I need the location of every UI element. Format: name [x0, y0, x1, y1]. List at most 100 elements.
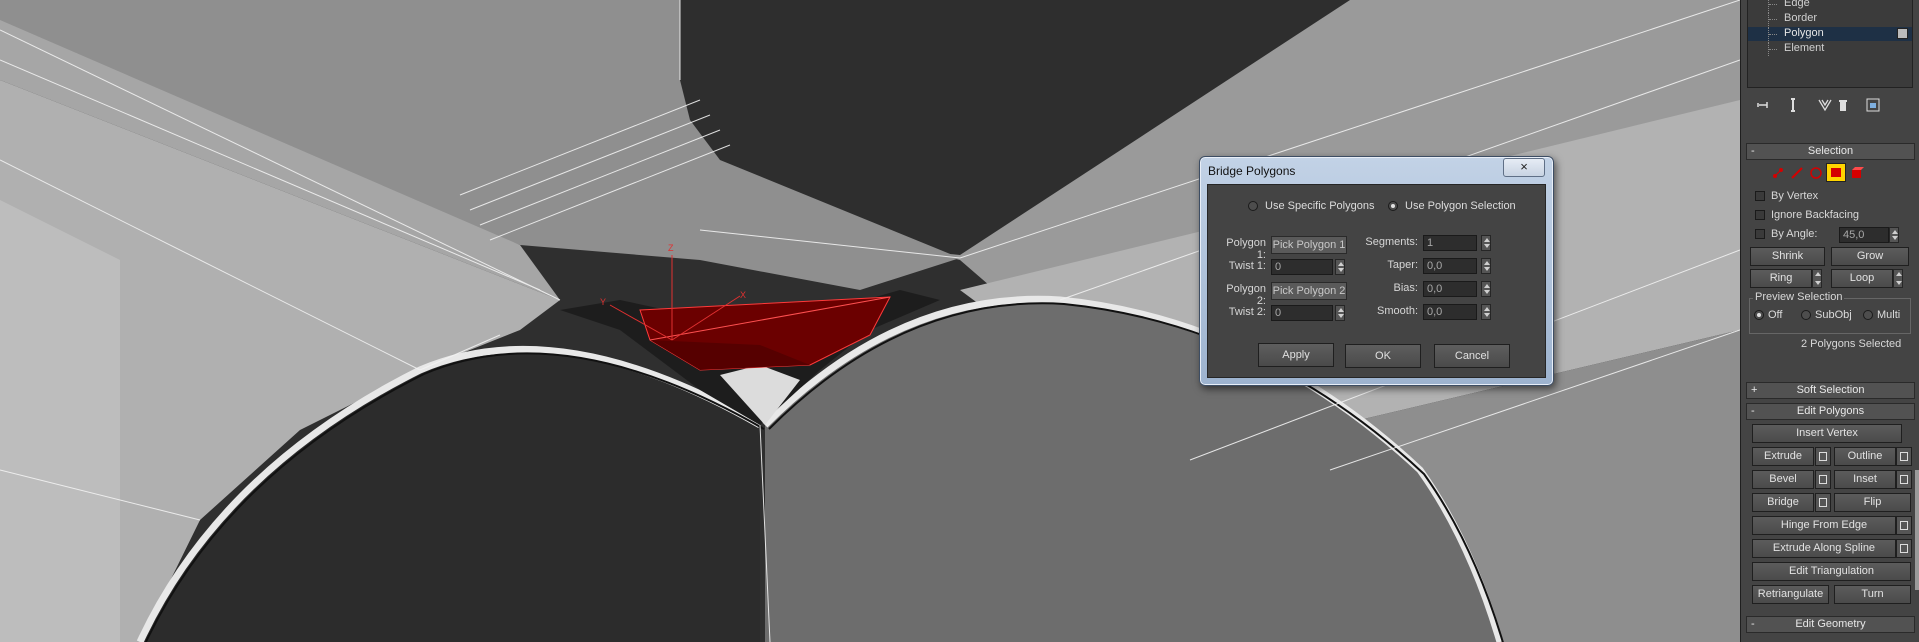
radio-use-polygon-selection[interactable]: Use Polygon Selection [1388, 200, 1516, 212]
twist2-arrows[interactable] [1335, 305, 1345, 321]
twist1-input[interactable]: 0 [1271, 259, 1333, 275]
polygon2-label: Polygon 2: [1226, 283, 1266, 307]
flip-button[interactable]: Flip [1834, 493, 1911, 512]
taper-input[interactable]: 0,0 [1423, 258, 1477, 274]
loop-arrows[interactable] [1893, 269, 1903, 288]
tree-line [1768, 27, 1779, 41]
segments-arrows[interactable] [1481, 235, 1491, 251]
preview-multi-radio[interactable]: Multi [1863, 309, 1900, 321]
extrude-button[interactable]: Extrude [1752, 447, 1814, 466]
cancel-button[interactable]: Cancel [1434, 344, 1510, 368]
dialog-titlebar[interactable]: Bridge Polygons × [1200, 157, 1553, 183]
insert-vertex-button[interactable]: Insert Vertex [1752, 424, 1902, 443]
bias-arrows[interactable] [1481, 281, 1491, 297]
hinge-settings-icon[interactable] [1896, 516, 1912, 535]
bevel-button[interactable]: Bevel [1752, 470, 1814, 489]
edge-level-icon[interactable] [1789, 165, 1805, 181]
outline-settings-icon[interactable] [1896, 447, 1912, 466]
bias-label: Bias: [1393, 282, 1418, 294]
by-angle-arrows[interactable] [1889, 227, 1899, 243]
bridge-button[interactable]: Bridge [1752, 493, 1814, 512]
make-unique-icon[interactable] [1817, 97, 1833, 113]
twist2-input[interactable]: 0 [1271, 305, 1333, 321]
close-button[interactable]: × [1503, 158, 1545, 177]
bias-input[interactable]: 0,0 [1423, 281, 1477, 297]
loop-spinner[interactable] [1893, 269, 1903, 288]
checkbox-label: By Angle: [1771, 228, 1818, 240]
bridge-settings-icon[interactable] [1815, 493, 1831, 512]
taper-spinner[interactable]: 0,0 [1423, 258, 1493, 274]
ring-button[interactable]: Ring [1750, 269, 1812, 288]
border-level-icon[interactable] [1808, 165, 1824, 181]
smooth-arrows[interactable] [1481, 304, 1491, 320]
command-panel: Edge Border Polygon Element - Selection [1740, 0, 1919, 642]
selection-rollout-header[interactable]: - Selection [1746, 143, 1915, 160]
stack-item-label: Element [1784, 42, 1825, 54]
twist1-label: Twist 1: [1228, 260, 1266, 272]
ring-spinner[interactable] [1812, 269, 1822, 288]
extrude-spline-settings-icon[interactable] [1896, 539, 1912, 558]
checkbox-label: By Vertex [1771, 190, 1819, 202]
taper-arrows[interactable] [1481, 258, 1491, 274]
pick-polygon-2-button[interactable]: Pick Polygon 2 [1271, 282, 1347, 300]
stack-item-element[interactable]: Element [1748, 42, 1912, 56]
show-end-result-icon[interactable] [1785, 97, 1801, 113]
loop-button[interactable]: Loop [1831, 269, 1893, 288]
bridge-polygons-dialog: Bridge Polygons × Use Specific Polygons … [1199, 156, 1554, 386]
soft-selection-rollout-header[interactable]: + Soft Selection [1746, 382, 1915, 399]
radio-icon [1801, 310, 1811, 320]
bevel-settings-icon[interactable] [1815, 470, 1831, 489]
smooth-spinner[interactable]: 0,0 [1423, 304, 1493, 320]
pin-stack-icon[interactable] [1756, 97, 1772, 113]
selection-count-label: 2 Polygons Selected [1801, 338, 1902, 350]
by-vertex-checkbox[interactable]: By Vertex [1755, 190, 1818, 202]
polygon-level-button[interactable] [1826, 163, 1846, 182]
inset-settings-icon[interactable] [1896, 470, 1912, 489]
extrude-along-spline-button[interactable]: Extrude Along Spline [1752, 539, 1896, 558]
turn-button[interactable]: Turn [1834, 585, 1911, 604]
radio-checked-icon [1388, 201, 1398, 211]
retriangulate-button[interactable]: Retriangulate [1752, 585, 1829, 604]
extrude-settings-icon[interactable] [1815, 447, 1831, 466]
twist1-arrows[interactable] [1335, 259, 1345, 275]
remove-modifier-icon[interactable] [1835, 97, 1851, 113]
bias-spinner[interactable]: 0,0 [1423, 281, 1493, 297]
hinge-from-edge-button[interactable]: Hinge From Edge [1752, 516, 1896, 535]
by-angle-input[interactable]: 45,0 [1839, 227, 1889, 243]
radio-use-specific-polygons[interactable]: Use Specific Polygons [1248, 200, 1374, 212]
radio-icon [1863, 310, 1873, 320]
segments-input[interactable]: 1 [1423, 235, 1477, 251]
by-angle-checkbox[interactable]: By Angle: [1755, 228, 1817, 240]
stack-item-border[interactable]: Border [1748, 12, 1912, 26]
preview-off-radio[interactable]: Off [1754, 309, 1782, 321]
ring-arrows[interactable] [1812, 269, 1822, 288]
stack-item-edge[interactable]: Edge [1748, 0, 1912, 11]
twist1-spinner[interactable]: 0 [1271, 259, 1345, 275]
modifier-stack-list: Edge Border Polygon Element [1747, 0, 1913, 88]
smooth-input[interactable]: 0,0 [1423, 304, 1477, 320]
configure-modifier-sets-icon[interactable] [1865, 97, 1881, 113]
outline-button[interactable]: Outline [1834, 447, 1896, 466]
grow-button[interactable]: Grow [1831, 247, 1909, 266]
segments-spinner[interactable]: 1 [1423, 235, 1493, 251]
edit-polygons-rollout-header[interactable]: - Edit Polygons [1746, 403, 1915, 420]
ignore-backfacing-checkbox[interactable]: Ignore Backfacing [1755, 209, 1859, 221]
apply-button[interactable]: Apply [1258, 343, 1334, 367]
rollout-title: Edit Polygons [1796, 405, 1865, 417]
twist2-spinner[interactable]: 0 [1271, 305, 1345, 321]
shrink-button[interactable]: Shrink [1750, 247, 1825, 266]
stack-item-polygon[interactable]: Polygon [1748, 27, 1912, 41]
stack-selection-box [1897, 28, 1908, 39]
edit-geometry-rollout-header[interactable]: - Edit Geometry [1746, 616, 1915, 633]
pick-polygon-1-button[interactable]: Pick Polygon 1 [1271, 236, 1347, 254]
stack-item-label: Edge [1784, 0, 1810, 9]
polygon1-label: Polygon 1: [1226, 237, 1266, 261]
element-level-icon[interactable] [1849, 165, 1865, 181]
panel-scrollbar[interactable] [1915, 470, 1919, 590]
ok-button[interactable]: OK [1345, 344, 1421, 368]
inset-button[interactable]: Inset [1834, 470, 1896, 489]
preview-subobj-radio[interactable]: SubObj [1801, 309, 1852, 321]
by-angle-spinner[interactable]: 45,0 [1839, 227, 1899, 243]
vertex-level-icon[interactable] [1770, 165, 1786, 181]
edit-triangulation-button[interactable]: Edit Triangulation [1752, 562, 1911, 581]
